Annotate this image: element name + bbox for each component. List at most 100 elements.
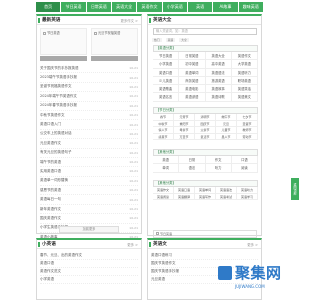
- category-link[interactable]: 教师节: [237, 127, 258, 134]
- nav-item[interactable]: 首页: [36, 2, 61, 12]
- list-item[interactable]: 2023端午节英语手抄报 10-21: [40, 73, 138, 83]
- category-link[interactable]: 英语写作: [195, 193, 216, 201]
- category-link[interactable]: 英语电影: [179, 85, 206, 94]
- category-link[interactable]: 英语作文: [153, 187, 174, 194]
- category-link[interactable]: 英语语法: [205, 68, 232, 77]
- load-more-button[interactable]: 加载更多: [59, 226, 119, 233]
- list-item[interactable]: 春节、元旦、出的英语作文: [40, 252, 138, 260]
- category-link[interactable]: 元旦: [216, 120, 237, 128]
- category-link[interactable]: 语法: [179, 164, 206, 173]
- category-link[interactable]: 英语美文: [231, 93, 258, 102]
- category-link[interactable]: 英语故事: [205, 85, 232, 94]
- category-link[interactable]: 英语翻译: [174, 193, 195, 201]
- category-link[interactable]: 父亲节: [195, 127, 216, 134]
- list-item[interactable]: 有关元旦的英语句子 10-21: [40, 149, 138, 158]
- category-link[interactable]: 听力: [205, 164, 232, 173]
- category-link[interactable]: 情人节: [153, 127, 174, 134]
- category-link[interactable]: 英语单词: [179, 68, 206, 77]
- tag-chip[interactable]: 大全: [179, 38, 189, 42]
- list-item[interactable]: 英语口语练习: [151, 252, 258, 260]
- category-link[interactable]: 春节: [153, 114, 174, 121]
- category-link[interactable]: 元宵节: [174, 114, 195, 121]
- category-link[interactable]: 英语笑话: [231, 85, 258, 94]
- nav-item[interactable]: 英语大全: [111, 2, 137, 12]
- small-more-link[interactable]: 更多 >: [127, 242, 138, 247]
- search-input[interactable]: 输入关键词，如：英语: [153, 28, 257, 35]
- category-link[interactable]: 愚人节: [216, 133, 237, 141]
- list-item[interactable]: 新年英语作文 10-21: [40, 205, 138, 215]
- latest-more-link[interactable]: 更多作文 >: [121, 18, 138, 23]
- category-link[interactable]: 英语作文: [231, 52, 258, 61]
- category-link[interactable]: 英语诗歌: [205, 93, 232, 102]
- list-item[interactable]: 中秋节英语作文 10-21: [40, 111, 138, 121]
- list-item[interactable]: 实用英语口语 10-21: [40, 167, 138, 177]
- list-item[interactable]: 公交车上的英语对话 10-21: [40, 130, 138, 140]
- category-link[interactable]: 英语听力: [231, 68, 258, 77]
- category-link[interactable]: 节日英语: [153, 52, 180, 61]
- tag-chip[interactable]: 英语: [165, 38, 176, 42]
- category-link[interactable]: 少儿英语: [153, 76, 180, 86]
- category-link[interactable]: 英语考试: [216, 193, 237, 201]
- category-link[interactable]: 阅读: [231, 164, 258, 173]
- back-to-top-button[interactable]: 返回顶部: [291, 178, 299, 200]
- category-link[interactable]: 高中英语: [205, 60, 232, 69]
- category-link[interactable]: 商务英语: [179, 76, 206, 86]
- thumb-card[interactable]: 元旦节祝福英语: [91, 28, 138, 61]
- category-link[interactable]: 英语听力: [237, 187, 258, 194]
- list-item[interactable]: 端午节的英语 10-21: [40, 158, 138, 168]
- category-link[interactable]: 七夕节: [237, 114, 258, 121]
- category-link[interactable]: 口语: [231, 156, 258, 165]
- category-link[interactable]: 复活节: [195, 133, 216, 141]
- list-item[interactable]: 英语单一词形替换 10-21: [40, 177, 138, 187]
- list-item[interactable]: 2024年端午节英语作文 10-21: [40, 92, 138, 102]
- category-link[interactable]: 英语: [153, 156, 180, 165]
- category-link[interactable]: 国庆节: [195, 120, 216, 128]
- list-item[interactable]: 英语每日一句 10-21: [40, 195, 138, 205]
- nav-item[interactable]: AI故事: [213, 2, 238, 12]
- category-link[interactable]: 英语口语: [153, 68, 180, 77]
- category-link[interactable]: 清明节: [195, 114, 216, 121]
- category-link[interactable]: 英语学习: [237, 193, 258, 201]
- category-link[interactable]: 英语单词: [195, 187, 216, 194]
- category-link[interactable]: 大学英语: [231, 60, 258, 69]
- banner-image[interactable]: 节日英语: [153, 230, 257, 238]
- category-link[interactable]: 感恩节: [153, 133, 174, 141]
- category-link[interactable]: 万圣节: [174, 133, 195, 141]
- category-link[interactable]: 职场英语: [231, 76, 258, 86]
- list-item[interactable]: 英语作文范文: [40, 268, 138, 276]
- thumb-card[interactable]: 节日英语: [40, 28, 87, 61]
- category-link[interactable]: 圣诞节: [237, 120, 258, 128]
- category-link[interactable]: 旅游英语: [205, 76, 232, 86]
- category-link[interactable]: 日常: [179, 156, 206, 165]
- category-link[interactable]: 初中英语: [179, 60, 206, 69]
- list-item[interactable]: 元旦英语作文 10-21: [40, 139, 138, 149]
- category-link[interactable]: 劳动节: [237, 133, 258, 141]
- category-link[interactable]: 日常英语: [179, 52, 206, 61]
- category-link[interactable]: 端午节: [216, 114, 237, 121]
- nav-item[interactable]: 节日英语: [61, 2, 86, 12]
- list-item[interactable]: 英语口语: [40, 260, 138, 268]
- category-link[interactable]: 英语歌曲: [153, 85, 180, 94]
- list-item[interactable]: 关于国庆节的手抄报英语 10-21: [40, 64, 138, 74]
- nav-item[interactable]: 日常英语: [86, 2, 111, 12]
- list-item[interactable]: 英语口语入门 10-21: [40, 120, 138, 130]
- category-link[interactable]: 英语口语: [174, 187, 195, 194]
- list-item[interactable]: 国庆英语作文 10-21: [40, 214, 138, 224]
- nav-item[interactable]: 英语: [187, 2, 213, 12]
- category-link[interactable]: 英语谚语: [179, 93, 206, 102]
- category-link[interactable]: 英语大全: [205, 52, 232, 61]
- category-link[interactable]: 作文: [205, 156, 232, 165]
- category-link[interactable]: 英语名言: [153, 93, 180, 102]
- category-link[interactable]: 英语语法: [216, 187, 237, 194]
- nav-item[interactable]: 小学英语: [162, 2, 187, 12]
- category-link[interactable]: 英语阅读: [153, 193, 174, 201]
- nav-item[interactable]: 趣味英语: [238, 2, 263, 12]
- category-link[interactable]: 小学英语: [153, 60, 180, 69]
- list-item[interactable]: 2024年春节英语手抄报 10-21: [40, 102, 138, 111]
- category-link[interactable]: 母亲节: [174, 127, 195, 134]
- list-item[interactable]: 小学英语: [40, 276, 138, 284]
- category-link[interactable]: 重阳节: [174, 120, 195, 128]
- nav-item[interactable]: 英语作文: [137, 2, 162, 12]
- tag-chip[interactable]: 热门: [152, 38, 162, 42]
- list-item[interactable]: 圣诞节祝福英语作文 10-21: [40, 83, 138, 93]
